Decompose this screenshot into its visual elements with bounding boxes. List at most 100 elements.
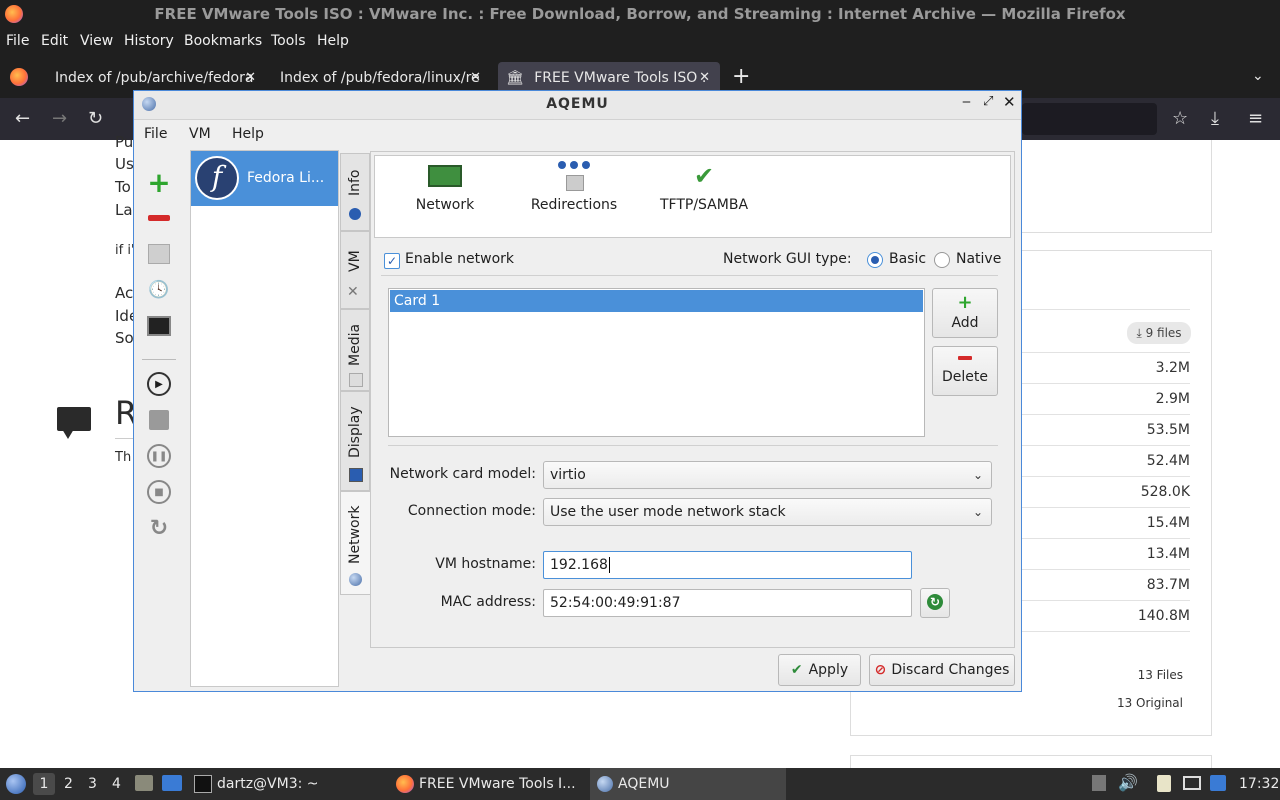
- vm-list: f Fedora Li...: [190, 150, 339, 687]
- chevron-down-icon: ⌄: [972, 505, 983, 519]
- tab-network-label: Network: [347, 505, 363, 564]
- file-manager-icon[interactable]: [135, 775, 153, 791]
- menu-history[interactable]: History: [124, 33, 174, 49]
- clock-icon[interactable]: 🕓: [147, 278, 171, 302]
- tab-info[interactable]: Info: [340, 153, 370, 231]
- download-icon: ⤓: [1136, 326, 1142, 340]
- url-bar[interactable]: [1022, 103, 1157, 135]
- pause-vm-icon[interactable]: ❚❚: [147, 444, 171, 468]
- file-size: 53.5M: [1146, 422, 1190, 438]
- mac-input[interactable]: 52:54:00:49:91:87: [543, 589, 912, 617]
- maximize-icon[interactable]: ⤢: [983, 94, 993, 109]
- clipboard-icon[interactable]: [1157, 775, 1171, 792]
- start-menu-icon[interactable]: [6, 774, 26, 794]
- subtab-redirections[interactable]: Redirections: [530, 161, 618, 213]
- vm-disk-icon[interactable]: [147, 242, 171, 266]
- workspace-4[interactable]: 4: [112, 776, 121, 792]
- enable-network-checkbox[interactable]: ✓: [384, 253, 400, 269]
- screen-icon[interactable]: [1183, 776, 1201, 790]
- desktop-icon[interactable]: [162, 775, 182, 791]
- page-text: Pu: [115, 133, 134, 151]
- cancel-icon: ⊘: [874, 662, 887, 678]
- network-tray-icon[interactable]: [1210, 775, 1226, 791]
- aqemu-menu-vm[interactable]: VM: [189, 126, 211, 142]
- workspace-3[interactable]: 3: [88, 776, 97, 792]
- workspace-1[interactable]: 1: [33, 773, 55, 795]
- page-text: Th: [115, 450, 132, 465]
- apply-button[interactable]: ✔ Apply: [778, 654, 861, 686]
- terminal-icon: [194, 775, 212, 793]
- tray-up-icon[interactable]: [1092, 775, 1106, 791]
- menu-help[interactable]: Help: [317, 33, 349, 49]
- downloads-icon[interactable]: ⤓: [1211, 108, 1219, 129]
- subtab-redirections-label: Redirections: [530, 197, 618, 213]
- reset-vm-icon[interactable]: ↻: [147, 516, 171, 541]
- regenerate-mac-button[interactable]: ↻: [920, 588, 950, 618]
- aqemu-menu-help[interactable]: Help: [232, 126, 264, 142]
- stop-vm-icon[interactable]: ■: [147, 480, 171, 504]
- save-vm-icon[interactable]: [147, 408, 171, 432]
- menu-view[interactable]: View: [80, 33, 113, 49]
- terminal-icon[interactable]: [147, 314, 171, 338]
- connection-mode-label: Connection mode:: [407, 503, 536, 519]
- tab-display-label: Display: [347, 406, 363, 458]
- tab-network[interactable]: Network: [340, 491, 370, 595]
- task-firefox[interactable]: FREE VMware Tools I...: [392, 770, 582, 798]
- task-terminal[interactable]: dartz@VM3: ~: [190, 770, 370, 798]
- subtab-tftp-samba[interactable]: ✔ TFTP/SAMBA: [658, 161, 750, 213]
- app-menu-icon[interactable]: ≡: [1248, 108, 1263, 129]
- add-vm-icon[interactable]: +: [147, 166, 171, 199]
- tab-display[interactable]: Display: [340, 391, 370, 491]
- start-vm-icon[interactable]: ▶: [147, 372, 171, 396]
- back-icon[interactable]: ←: [15, 108, 30, 129]
- network-card-item[interactable]: Card 1: [390, 290, 923, 312]
- chevron-down-icon: ⌄: [972, 468, 983, 482]
- page-text: So: [115, 329, 134, 347]
- hostname-input[interactable]: 192.168: [543, 551, 912, 579]
- mac-value: 52:54:00:49:91:87: [550, 595, 681, 611]
- clock: 17:32: [1239, 776, 1280, 792]
- aqemu-menu-file[interactable]: File: [144, 126, 167, 142]
- minimize-icon[interactable]: ‒: [962, 94, 971, 110]
- file-size: 15.4M: [1146, 515, 1190, 531]
- list-tabs-icon[interactable]: ⌄: [1252, 68, 1264, 84]
- menu-file[interactable]: File: [6, 33, 29, 49]
- aqemu-title: AQEMU: [546, 96, 609, 112]
- delete-card-button[interactable]: Delete: [932, 346, 998, 396]
- workspace-2[interactable]: 2: [64, 776, 73, 792]
- connection-mode-select[interactable]: Use the user mode network stack ⌄: [543, 498, 992, 526]
- bookmark-star-icon[interactable]: ☆: [1172, 108, 1188, 129]
- card-label: Card 1: [394, 293, 441, 309]
- task-aqemu[interactable]: AQEMU: [590, 768, 786, 800]
- firefox-view-icon[interactable]: [10, 68, 28, 86]
- discard-changes-button[interactable]: ⊘ Discard Changes: [869, 654, 1015, 686]
- vm-name: Fedora Li...: [247, 170, 325, 186]
- card-model-select[interactable]: virtio ⌄: [543, 461, 992, 489]
- menu-tools[interactable]: Tools: [271, 33, 306, 49]
- tab-info-label: Info: [347, 169, 363, 197]
- reload-icon[interactable]: ↻: [88, 108, 103, 129]
- task-terminal-label: dartz@VM3: ~: [217, 776, 319, 792]
- vm-list-item[interactable]: f Fedora Li...: [191, 151, 338, 206]
- new-tab-icon[interactable]: +: [732, 64, 750, 89]
- radio-native[interactable]: [934, 252, 950, 268]
- forward-icon[interactable]: →: [52, 108, 67, 129]
- subtab-network[interactable]: Network: [415, 161, 475, 213]
- close-icon[interactable]: ✕: [1003, 93, 1016, 111]
- tab-vm[interactable]: VM ✕: [340, 231, 370, 309]
- firefox-titlebar: FREE VMware Tools ISO : VMware Inc. : Fr…: [0, 0, 1280, 29]
- menu-bookmarks[interactable]: Bookmarks: [184, 33, 262, 49]
- tab-media-label: Media: [347, 323, 363, 366]
- add-card-button[interactable]: + Add: [932, 288, 998, 338]
- radio-basic[interactable]: [867, 252, 883, 268]
- download-files-button[interactable]: ⤓ 9 files: [1127, 322, 1191, 344]
- connection-mode-value: Use the user mode network stack: [550, 504, 786, 520]
- tab-media[interactable]: Media: [340, 309, 370, 391]
- files-count: 9 files: [1145, 326, 1182, 340]
- delete-vm-icon[interactable]: [147, 206, 171, 230]
- menu-edit[interactable]: Edit: [41, 33, 68, 49]
- original-summary: 13 Original: [1116, 696, 1183, 710]
- volume-icon[interactable]: 🔊: [1118, 773, 1138, 792]
- hostname-label: VM hostname:: [435, 556, 536, 572]
- firefox-menubar: File Edit View History Bookmarks Tools H…: [0, 29, 1280, 56]
